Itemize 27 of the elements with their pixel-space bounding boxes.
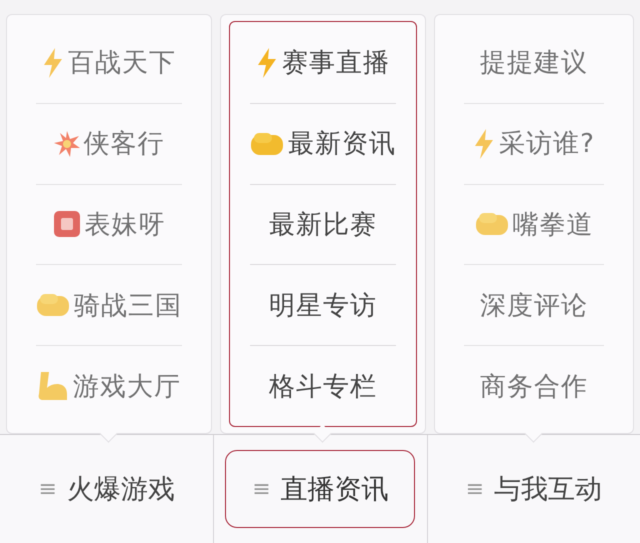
submenu-item[interactable]: 商务合作 xyxy=(480,368,588,404)
burst-icon xyxy=(54,130,80,157)
menu-tab[interactable]: ≡ 与我互动 xyxy=(438,450,629,528)
submenu-item[interactable]: 游戏大厅 xyxy=(73,368,181,404)
fist-icon xyxy=(474,211,508,238)
submenu-item[interactable]: 最新资讯 xyxy=(288,126,396,162)
lightning-icon xyxy=(256,48,278,78)
submenu-item[interactable]: 提提建议 xyxy=(480,45,588,80)
submenu-item[interactable]: 明星专访 xyxy=(269,288,377,323)
fist-icon xyxy=(36,292,70,318)
flexed-arm-icon xyxy=(37,370,69,402)
submenu-item[interactable]: 最新比赛 xyxy=(269,206,377,242)
menu-tab[interactable]: ≡ 火爆游戏 xyxy=(12,450,202,528)
app-tile-icon xyxy=(52,210,80,238)
submenu-item[interactable]: 采访谁? xyxy=(499,126,595,162)
submenu-item[interactable]: 百战天下 xyxy=(68,45,176,80)
submenu-item[interactable]: 赛事直播 xyxy=(282,45,390,80)
submenu-item[interactable]: 嘴拳道 xyxy=(512,206,594,242)
submenu-item[interactable]: 格斗专栏 xyxy=(269,368,377,404)
submenu-item[interactable]: 深度评论 xyxy=(480,288,588,323)
lightning-icon xyxy=(42,48,64,78)
menu-tab[interactable]: ≡ 直播资讯 xyxy=(225,450,416,528)
submenu-item[interactable]: 侠客行 xyxy=(84,126,164,162)
submenu-item[interactable]: 表妹呀 xyxy=(84,206,166,242)
submenu-item[interactable]: 骑战三国 xyxy=(74,288,182,323)
fist-icon xyxy=(250,130,284,157)
lightning-icon xyxy=(473,128,496,159)
